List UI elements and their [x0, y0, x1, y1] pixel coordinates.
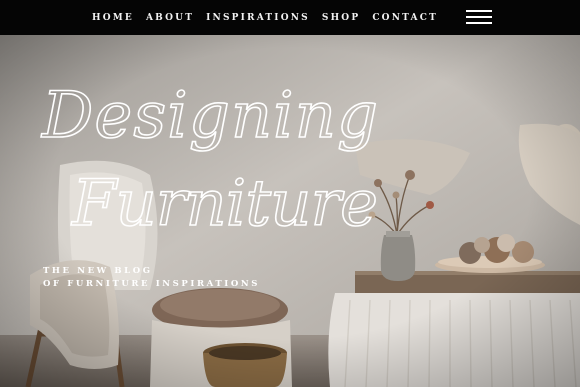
hero-title: Designing Furniture	[40, 78, 379, 242]
hero-title-line2: Furniture	[71, 167, 378, 241]
hero-section: Designing Furniture THE NEW BLOG OF FURN…	[0, 35, 580, 387]
nav-inspirations-link[interactable]: INSPIRATIONS	[206, 13, 310, 23]
hero-subtitle: THE NEW BLOG OF FURNITURE INSPIRATIONS	[43, 265, 260, 291]
nav-contact-link[interactable]: CONTACT	[372, 13, 438, 23]
top-navigation: HOME ABOUT INSPIRATIONS SHOP CONTACT	[0, 0, 580, 35]
nav-home-link[interactable]: HOME	[92, 13, 134, 23]
hero-title-line1: Designing	[41, 79, 378, 153]
menu-bar	[466, 10, 492, 12]
nav-about-link[interactable]: ABOUT	[146, 13, 194, 23]
nav-links: HOME ABOUT INSPIRATIONS SHOP CONTACT	[92, 0, 438, 35]
hero-subtitle-line1: THE NEW BLOG	[43, 266, 153, 276]
hamburger-menu-icon[interactable]	[466, 10, 492, 24]
menu-bar	[466, 16, 492, 18]
nav-shop-link[interactable]: SHOP	[322, 13, 360, 23]
hero-subtitle-line2: OF FURNITURE INSPIRATIONS	[43, 279, 260, 289]
menu-bar	[466, 22, 492, 24]
